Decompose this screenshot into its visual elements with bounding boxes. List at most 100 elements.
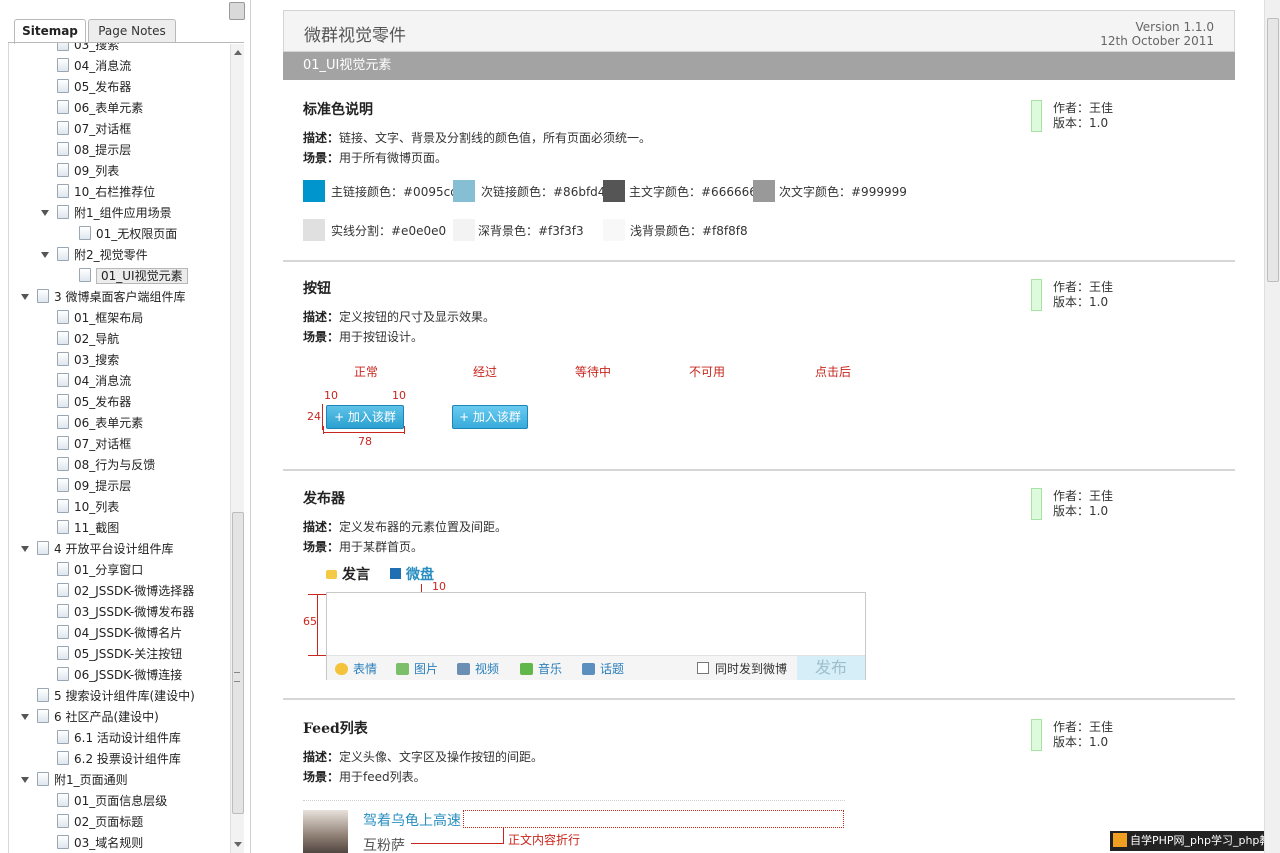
- page-scrollbar-thumb[interactable]: [1267, 18, 1279, 282]
- section-meta-publisher: 作者：王佳 版本：1.0: [1031, 488, 1113, 520]
- section-title-feed: Feed列表: [303, 721, 368, 737]
- section-title-colors: 标准色说明: [303, 102, 373, 118]
- sitemap-item[interactable]: 6.1 活动设计组件库: [57, 728, 181, 748]
- checkbox-icon[interactable]: [697, 662, 709, 674]
- publish-button[interactable]: 发布: [797, 656, 865, 680]
- page-icon: [57, 499, 69, 513]
- page-icon: [57, 583, 69, 597]
- expand-arrow-icon[interactable]: [21, 777, 29, 783]
- sitemap-item[interactable]: 02_JSSDK-微博选择器: [57, 581, 194, 601]
- sitemap-item[interactable]: 04_JSSDK-微博名片: [57, 623, 182, 643]
- expand-arrow-icon[interactable]: [21, 546, 29, 552]
- sitemap-item-label: 04_消息流: [74, 374, 132, 388]
- tab-speak[interactable]: 发言: [326, 564, 370, 584]
- sitemap-item[interactable]: 08_提示层: [57, 140, 131, 160]
- sitemap-item[interactable]: 10_列表: [57, 497, 119, 517]
- scene-label: 场景：: [303, 770, 340, 784]
- sync-weibo-checkbox[interactable]: 同时发到微博: [697, 660, 787, 677]
- publisher-textarea[interactable]: [333, 597, 853, 651]
- expand-arrow-icon[interactable]: [41, 252, 49, 258]
- sitemap-item[interactable]: 08_行为与反馈: [57, 455, 155, 475]
- desc-text: 定义头像、文字区及操作按钮的间距。: [339, 750, 544, 764]
- sitemap-tree: 03_搜索 04_消息流 05_发布器 06_表单元素 07_对话框 08_提示层 09_列…: [8, 43, 231, 853]
- tab-disk[interactable]: 微盘: [390, 564, 434, 584]
- sitemap-item[interactable]: 06_JSSDK-微博连接: [57, 665, 182, 685]
- sitemap-item-label: 05_发布器: [74, 80, 132, 94]
- sitemap-item[interactable]: 6.2 投票设计组件库: [57, 749, 181, 769]
- tool-emoji[interactable]: 表情: [335, 660, 377, 677]
- dim-line: [317, 594, 318, 656]
- sitemap-item[interactable]: 05_JSSDK-关注按钮: [57, 644, 182, 664]
- sitemap-item[interactable]: 05_发布器: [57, 77, 131, 97]
- feed-text: 互粉萨: [363, 838, 405, 853]
- sitemap-item[interactable]: 5 搜索设计组件库(建设中): [37, 686, 195, 706]
- feed-top-divider: [303, 800, 845, 802]
- sitemap-item[interactable]: 03_搜索: [57, 350, 119, 370]
- tab-speak-label: 发言: [342, 567, 370, 583]
- sitemap-item[interactable]: 04_消息流: [57, 56, 131, 76]
- sitemap-scrollbar[interactable]: [230, 44, 244, 853]
- sitemap-item[interactable]: 02_页面标题: [57, 812, 143, 832]
- wrap-annotation: 正文内容折行: [508, 833, 581, 847]
- tool-topic[interactable]: 话题: [582, 660, 624, 677]
- expand-arrow-icon[interactable]: [21, 294, 29, 300]
- sitemap-item[interactable]: 07_对话框: [57, 434, 131, 454]
- section-desc-publisher: 描述：定义发布器的元素位置及间距。: [303, 518, 507, 535]
- sitemap-item[interactable]: 07_对话框: [57, 119, 131, 139]
- sitemap-item[interactable]: 01_分享窗口: [57, 560, 143, 580]
- sitemap-item[interactable]: 03_JSSDK-微博发布器: [57, 602, 194, 622]
- avatar[interactable]: [303, 810, 348, 853]
- sitemap-item[interactable]: 01_无权限页面: [79, 224, 177, 244]
- sitemap-item[interactable]: 09_列表: [57, 161, 119, 181]
- sitemap-item[interactable]: 4 开放平台设计组件库: [21, 539, 173, 559]
- section-desc-buttons: 描述：定义按钮的尺寸及显示效果。: [303, 308, 495, 325]
- sitemap-item[interactable]: 附2_视觉零件: [41, 245, 148, 265]
- page-icon: [57, 625, 69, 639]
- sitemap-item[interactable]: 05_发布器: [57, 392, 131, 412]
- sitemap-item[interactable]: 04_消息流: [57, 371, 131, 391]
- tab-page-notes[interactable]: Page Notes: [88, 19, 176, 42]
- tool-image-label: 图片: [414, 662, 439, 676]
- expand-arrow-icon[interactable]: [21, 714, 29, 720]
- sitemap-item[interactable]: 01_页面信息层级: [57, 791, 167, 811]
- page-icon: [57, 520, 69, 534]
- sitemap-item[interactable]: 附1_页面通则: [21, 770, 128, 790]
- collapse-pane-button[interactable]: [229, 2, 245, 20]
- sitemap-item[interactable]: 01_UI视觉元素: [79, 266, 188, 286]
- tool-music[interactable]: 音乐: [520, 660, 562, 677]
- scroll-up-icon[interactable]: [234, 50, 242, 55]
- join-group-button-hover[interactable]: + 加入该群: [452, 405, 528, 429]
- tab-sitemap[interactable]: Sitemap: [14, 19, 86, 44]
- sitemap-item[interactable]: 3 微博桌面客户端组件库: [21, 287, 185, 307]
- join-group-button-normal[interactable]: + 加入该群: [326, 405, 404, 429]
- page-icon: [37, 688, 49, 702]
- feed-username[interactable]: 驾着乌龟上高速: [363, 810, 461, 830]
- sitemap-item[interactable]: 01_框架布局: [57, 308, 143, 328]
- sitemap-item[interactable]: 10_右栏推荐位: [57, 182, 155, 202]
- sitemap-item[interactable]: 09_提示层: [57, 476, 131, 496]
- page-icon: [57, 814, 69, 828]
- sitemap-item[interactable]: 06_表单元素: [57, 413, 143, 433]
- status-marker: [1031, 488, 1042, 520]
- sitemap-item[interactable]: 11_截图: [57, 518, 119, 538]
- page-icon: [57, 373, 69, 387]
- sitemap-item[interactable]: 03_域名规则: [57, 833, 143, 853]
- dim-pad-right: 10: [392, 389, 406, 402]
- tool-video[interactable]: 视频: [457, 660, 499, 677]
- sitemap-item-label: 01_分享窗口: [74, 563, 144, 577]
- color-swatch: [603, 219, 625, 241]
- tool-image[interactable]: 图片: [396, 660, 438, 677]
- sitemap-item[interactable]: 03_搜索: [57, 43, 119, 55]
- site-logo-icon: [1113, 833, 1127, 847]
- sitemap-item[interactable]: 6 社区产品(建设中): [21, 707, 159, 727]
- page-scrollbar[interactable]: [1264, 0, 1280, 853]
- sitemap-item[interactable]: 02_导航: [57, 329, 119, 349]
- sitemap-item[interactable]: 06_表单元素: [57, 98, 143, 118]
- author: 作者：王佳: [1053, 720, 1114, 734]
- sitemap-item[interactable]: 附1_组件应用场景: [41, 203, 172, 223]
- section-scene-publisher: 场景：用于某群首页。: [303, 538, 423, 555]
- expand-arrow-icon[interactable]: [41, 210, 49, 216]
- scroll-down-icon[interactable]: [234, 842, 242, 847]
- desc-text: 定义发布器的元素位置及间距。: [339, 520, 508, 534]
- scrollbar-thumb[interactable]: [232, 512, 244, 814]
